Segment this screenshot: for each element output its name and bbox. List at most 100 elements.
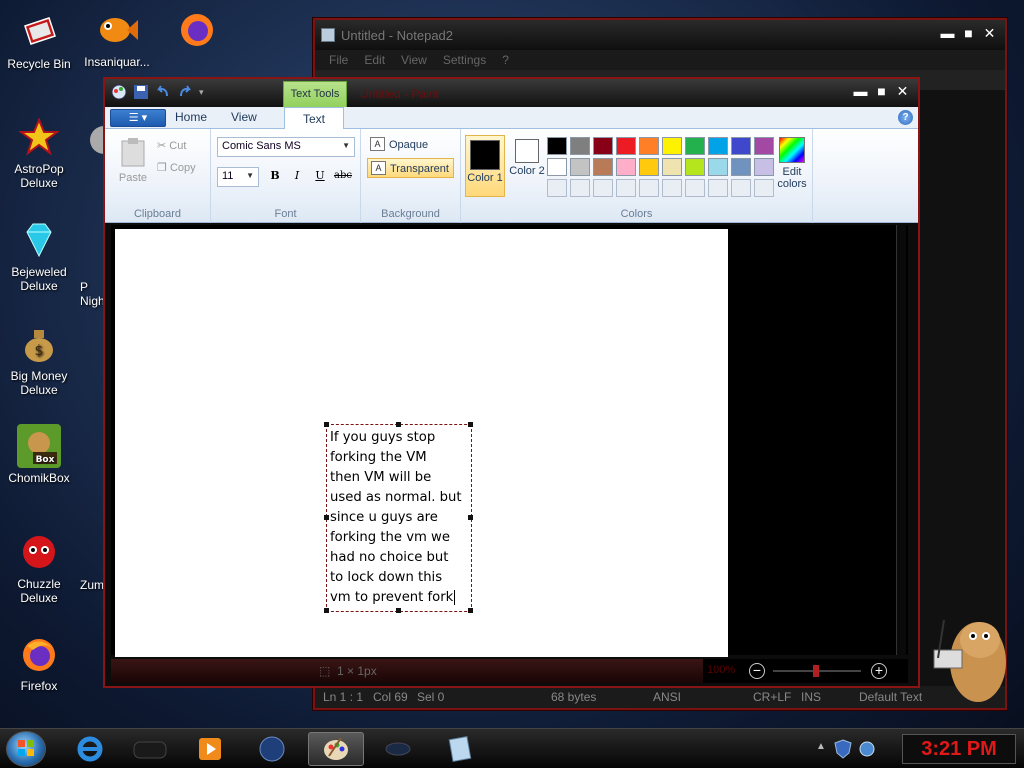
paint-titlebar[interactable]: ▾ Text Tools Untitled - Paint ▬ ■ ✕	[105, 79, 918, 109]
desktop-icon-chuzzle[interactable]: Chuzzle Deluxe	[0, 530, 78, 605]
strikethrough-button[interactable]: abc	[333, 167, 353, 185]
network-icon[interactable]	[858, 739, 876, 759]
customize-qat-icon[interactable]: ▾	[199, 84, 215, 100]
text-box[interactable]: If you guys stop forking the VM then VM wi…	[324, 422, 473, 613]
zoom-out-icon[interactable]: −	[749, 663, 765, 679]
paint-window[interactable]: ▾ Text Tools Untitled - Paint ▬ ■ ✕ ☰ ▾ …	[103, 77, 920, 688]
drawing-canvas[interactable]: If you guys stop forking the VM then VM wi…	[115, 229, 728, 657]
palette-color-swatch[interactable]	[708, 137, 728, 155]
tab-view[interactable]: View	[231, 110, 257, 124]
minimize-icon[interactable]: ▬	[940, 26, 955, 41]
font-size-select[interactable]: 11 ▼	[217, 167, 259, 187]
palette-color-swatch[interactable]	[662, 158, 682, 176]
zoom-slider-thumb[interactable]	[813, 665, 819, 677]
undo-icon[interactable]	[155, 84, 171, 100]
desktop-icon-firefox-partial[interactable]	[170, 6, 220, 53]
palette-color-swatch[interactable]	[731, 179, 751, 197]
maximize-icon[interactable]: ■	[874, 84, 889, 99]
palette-color-swatch[interactable]	[593, 179, 613, 197]
menu-help[interactable]: ?	[502, 53, 509, 67]
palette-color-swatch[interactable]	[685, 179, 705, 197]
save-icon[interactable]	[133, 84, 149, 100]
menu-settings[interactable]: Settings	[443, 53, 486, 67]
bold-button[interactable]: B	[265, 167, 285, 185]
clock[interactable]: 3:21 PM	[902, 734, 1016, 764]
desktop-icon-chomikbox[interactable]: Box ChomikBox	[0, 424, 78, 485]
palette-color-swatch[interactable]	[754, 158, 774, 176]
palette-color-swatch[interactable]	[547, 137, 567, 155]
taskbar-app-dark[interactable]	[122, 732, 178, 766]
palette-color-swatch[interactable]	[639, 158, 659, 176]
palette-color-swatch[interactable]	[570, 158, 590, 176]
palette-color-swatch[interactable]	[685, 137, 705, 155]
resize-handle[interactable]	[324, 608, 329, 613]
cut-button[interactable]: ✂ Cut	[157, 139, 186, 152]
start-button[interactable]	[6, 731, 46, 767]
desktop-icon-bejeweled[interactable]: Bejeweled Deluxe	[0, 218, 78, 293]
paste-button[interactable]: Paste	[115, 137, 151, 184]
vertical-scrollbar[interactable]	[896, 225, 906, 655]
palette-color-swatch[interactable]	[593, 158, 613, 176]
palette-color-swatch[interactable]	[616, 137, 636, 155]
resize-handle[interactable]	[468, 515, 473, 520]
resize-handle[interactable]	[468, 422, 473, 427]
palette-color-swatch[interactable]	[570, 179, 590, 197]
palette-color-swatch[interactable]	[639, 137, 659, 155]
copy-button[interactable]: ❐ Copy	[157, 161, 196, 174]
desktop-icon-insaniquarium[interactable]: Insaniquar...	[78, 8, 156, 69]
italic-button[interactable]: I	[287, 167, 307, 185]
palette-color-swatch[interactable]	[708, 158, 728, 176]
opaque-option[interactable]: A Opaque	[367, 135, 432, 155]
paint-menu-button[interactable]: ☰ ▾	[110, 109, 166, 127]
tab-home[interactable]: Home	[175, 110, 207, 124]
resize-handle[interactable]	[396, 608, 401, 613]
color2-button[interactable]: Color 2	[507, 135, 547, 197]
minimize-icon[interactable]: ▬	[853, 84, 868, 99]
color1-button[interactable]: Color 1	[465, 135, 505, 197]
help-icon[interactable]: ?	[898, 110, 913, 125]
palette-color-swatch[interactable]	[662, 137, 682, 155]
palette-color-swatch[interactable]	[616, 158, 636, 176]
palette-color-swatch[interactable]	[754, 179, 774, 197]
menu-edit[interactable]: Edit	[364, 53, 385, 67]
show-hidden-icons-icon[interactable]: ▲	[816, 741, 826, 752]
palette-color-swatch[interactable]	[662, 179, 682, 197]
taskbar-notepad[interactable]	[432, 732, 488, 766]
edit-colors-button[interactable]: Edit colors	[773, 137, 811, 190]
resize-handle[interactable]	[468, 608, 473, 613]
menu-view[interactable]: View	[401, 53, 427, 67]
resize-handle[interactable]	[324, 422, 329, 427]
resize-handle[interactable]	[396, 422, 401, 427]
taskbar-globe-app[interactable]	[244, 732, 300, 766]
palette-color-swatch[interactable]	[570, 137, 590, 155]
shield-icon[interactable]	[834, 739, 852, 759]
palette-color-swatch[interactable]	[754, 137, 774, 155]
palette-color-swatch[interactable]	[639, 179, 659, 197]
zoom-in-icon[interactable]: +	[871, 663, 887, 679]
maximize-icon[interactable]: ■	[961, 26, 976, 41]
palette-color-swatch[interactable]	[731, 137, 751, 155]
palette-color-swatch[interactable]	[547, 158, 567, 176]
close-icon[interactable]: ✕	[895, 84, 910, 99]
desktop-icon-big-money[interactable]: $ Big Money Deluxe	[0, 322, 78, 397]
canvas-area[interactable]: If you guys stop forking the VM then VM wi…	[111, 225, 908, 657]
desktop-icon-astropop[interactable]: AstroPop Deluxe	[0, 115, 78, 190]
taskbar-app-dark-2[interactable]	[370, 732, 426, 766]
tab-text[interactable]: Text	[284, 107, 345, 130]
close-icon[interactable]: ✕	[982, 26, 997, 41]
palette-color-swatch[interactable]	[593, 137, 613, 155]
palette-color-swatch[interactable]	[547, 179, 567, 197]
taskbar-internet-explorer[interactable]	[62, 732, 118, 766]
palette-color-swatch[interactable]	[708, 179, 728, 197]
palette-color-swatch[interactable]	[731, 158, 751, 176]
taskbar-paint[interactable]	[308, 732, 364, 766]
desktop-icon-recycle-bin[interactable]: Recycle Bin	[0, 10, 78, 71]
font-family-select[interactable]: Comic Sans MS ▼	[217, 137, 355, 157]
menu-file[interactable]: File	[329, 53, 348, 67]
transparent-option[interactable]: A Transparent	[367, 158, 454, 178]
desktop-icon-firefox[interactable]: Firefox	[0, 632, 78, 693]
redo-icon[interactable]	[177, 84, 193, 100]
underline-button[interactable]: U	[310, 167, 330, 185]
palette-color-swatch[interactable]	[616, 179, 636, 197]
notepad-titlebar[interactable]: Untitled - Notepad2 ▬ ■ ✕	[315, 20, 1005, 50]
